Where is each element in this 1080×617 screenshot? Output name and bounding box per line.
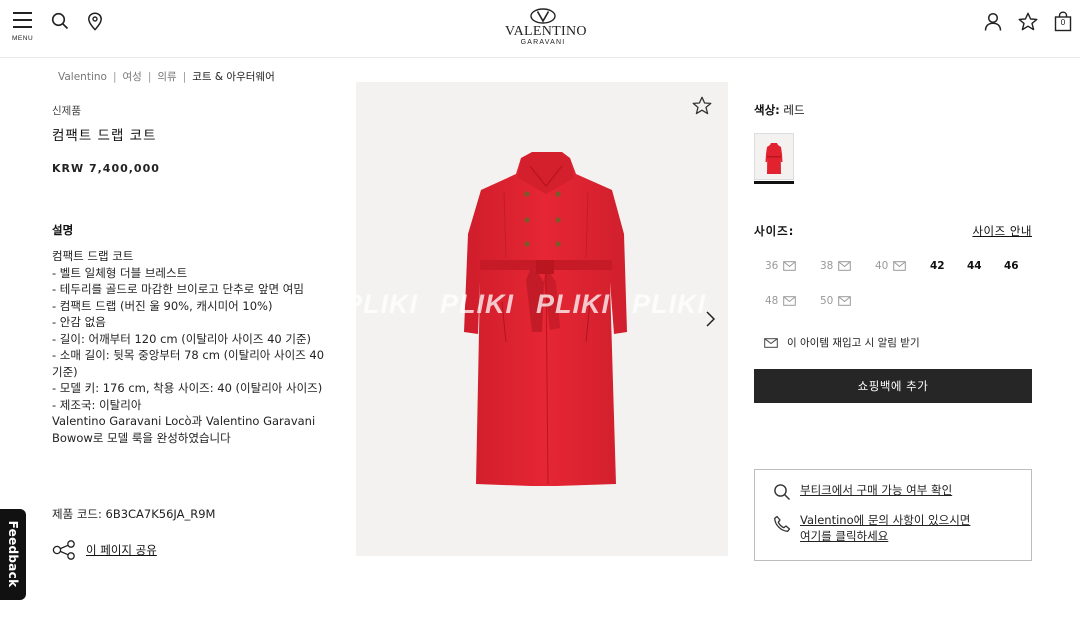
share-label: 이 페이지 공유 <box>86 543 157 557</box>
search-icon <box>774 484 791 501</box>
hamburger-bar <box>13 19 32 21</box>
new-badge: 신제품 <box>52 105 81 117</box>
breadcrumb: Valentino | 여성 | 의류 | 코트 & 아우터웨어 <box>58 69 275 84</box>
size-value: 44 <box>967 260 982 272</box>
product-title: 컴팩트 드랩 코트 <box>52 128 157 144</box>
description-line: - 길이: 어깨부터 120 cm (이탈리아 사이즈 40 기준) <box>52 331 312 346</box>
size-option-38[interactable]: 38 <box>820 260 852 272</box>
site-header: MENU VALENTINO GARAVANI 0 <box>0 0 1080 58</box>
envelope-icon <box>764 337 778 348</box>
envelope-icon <box>838 261 852 271</box>
size-option-48[interactable]: 48 <box>765 295 797 307</box>
contact-line-2: 여기를 클릭하세요 <box>800 528 889 543</box>
breadcrumb-item-coats[interactable]: 코트 & 아우터웨어 <box>192 71 274 83</box>
menu-button[interactable]: MENU <box>12 12 34 42</box>
description-line: 컴팩트 드랩 코트 <box>52 249 134 263</box>
product-price: KRW 7,400,000 <box>52 162 160 175</box>
bag-count: 0 <box>1060 18 1066 27</box>
envelope-icon <box>893 261 907 271</box>
add-to-bag-button[interactable]: 쇼핑백에 추가 <box>754 369 1032 403</box>
breadcrumb-item-clothing[interactable]: 의류 <box>157 71 176 83</box>
hamburger-bar <box>13 26 32 28</box>
size-value: 48 <box>765 295 779 307</box>
description-line: - 제조국: 이탈리아 <box>52 397 142 412</box>
logo-subtext: GARAVANI <box>520 39 566 46</box>
wishlist-icon[interactable] <box>1018 12 1038 35</box>
contact-line-1: Valentino에 문의 사항이 있으시면 <box>800 513 971 527</box>
watermark-text: PLIKI <box>440 289 515 319</box>
watermark-text: PLIKI <box>536 289 611 319</box>
watermark-text: PLIKI <box>356 289 419 319</box>
add-to-wishlist-icon[interactable] <box>692 96 712 119</box>
description-line: - 모델 키: 176 cm, 착용 사이즈: 40 (이탈리아 사이즈) <box>52 381 323 395</box>
color-label-title: 색상: <box>754 103 780 117</box>
breadcrumb-separator: | <box>182 71 187 83</box>
share-link[interactable]: 이 페이지 공유 <box>52 540 157 560</box>
size-value: 40 <box>875 260 889 272</box>
size-value: 42 <box>930 260 945 272</box>
watermark-text: PLIKI <box>632 289 707 319</box>
help-box: 부티크에서 구매 가능 여부 확인 Valentino에 문의 사항이 있으시면… <box>754 469 1032 561</box>
color-value: 레드 <box>783 103 805 117</box>
swatch-coat-thumbnail <box>765 143 783 174</box>
feedback-tab[interactable]: Feedback <box>0 509 26 600</box>
breadcrumb-item-women[interactable]: 여성 <box>123 71 142 83</box>
description-line: - 테두리를 골드로 마감한 브이로고 단추로 앞면 여밈 <box>52 282 304 296</box>
product-image[interactable]: PLIKI PLIKI PLIKI PLIKI <box>356 82 728 556</box>
account-icon[interactable] <box>984 12 1002 35</box>
size-value: 36 <box>765 260 779 272</box>
size-value: 38 <box>820 260 834 272</box>
description-heading: 설명 <box>52 223 74 237</box>
logo-text: VALENTINO <box>505 24 587 39</box>
v-logo-icon <box>530 8 556 24</box>
product-description: 컴팩트 드랩 코트 - 벨트 일체형 더블 브레스트 - 테두리를 골드로 마감… <box>52 248 330 446</box>
description-line: - 소매 길이: 뒷목 중앙부터 78 cm (이탈리아 사이즈 40 기준) <box>52 348 325 379</box>
envelope-icon <box>783 261 797 271</box>
restock-notify-link[interactable]: 이 아이템 재입고 시 알림 받기 <box>764 335 920 350</box>
valentino-logo[interactable]: VALENTINO GARAVANI <box>505 8 587 47</box>
size-option-46[interactable]: 46 <box>1004 260 1019 272</box>
boutique-availability-label: 부티크에서 구매 가능 여부 확인 <box>800 483 953 497</box>
search-icon[interactable] <box>51 12 69 34</box>
feedback-label: Feedback <box>6 520 20 588</box>
menu-label: MENU <box>12 35 34 42</box>
breadcrumb-separator: | <box>147 71 152 83</box>
hamburger-icon <box>13 12 32 14</box>
phone-icon <box>774 515 791 532</box>
restock-notify-label: 이 아이템 재입고 시 알림 받기 <box>787 337 920 349</box>
description-line: - 안감 없음 <box>52 315 106 329</box>
next-image-chevron-icon[interactable] <box>704 310 716 332</box>
product-code: 제품 코드: 6B3CA7K56JA_R9M <box>52 507 216 521</box>
size-value: 46 <box>1004 260 1019 272</box>
contact-label: Valentino에 문의 사항이 있으시면 여기를 클릭하세요 <box>800 513 970 544</box>
contact-link[interactable]: Valentino에 문의 사항이 있으시면 여기를 클릭하세요 <box>773 513 970 544</box>
share-icon <box>52 540 75 560</box>
store-locator-icon[interactable] <box>87 12 103 35</box>
breadcrumb-item-valentino[interactable]: Valentino <box>58 71 107 83</box>
size-option-40[interactable]: 40 <box>875 260 907 272</box>
size-guide-link[interactable]: 사이즈 안내 <box>972 223 1032 239</box>
size-option-36[interactable]: 36 <box>765 260 797 272</box>
description-line: - 컴팩트 드랩 (버진 울 90%, 캐시미어 10%) <box>52 298 273 313</box>
size-option-50[interactable]: 50 <box>820 295 852 307</box>
envelope-icon <box>783 296 797 306</box>
size-label: 사이즈: <box>754 224 795 238</box>
size-value: 50 <box>820 295 834 307</box>
color-label: 색상: 레드 <box>754 102 805 118</box>
description-line: - 벨트 일체형 더블 브레스트 <box>52 265 188 280</box>
boutique-availability-link[interactable]: 부티크에서 구매 가능 여부 확인 <box>773 483 952 501</box>
envelope-icon <box>838 296 852 306</box>
color-swatch-red[interactable] <box>754 133 794 180</box>
selected-swatch-indicator <box>754 181 794 184</box>
size-option-42[interactable]: 42 <box>930 260 945 272</box>
size-option-44[interactable]: 44 <box>967 260 982 272</box>
description-line: Valentino Garavani Locò과 Valentino Garav… <box>52 414 316 445</box>
watermark: PLIKI PLIKI PLIKI PLIKI <box>356 289 728 320</box>
breadcrumb-separator: | <box>112 71 117 83</box>
